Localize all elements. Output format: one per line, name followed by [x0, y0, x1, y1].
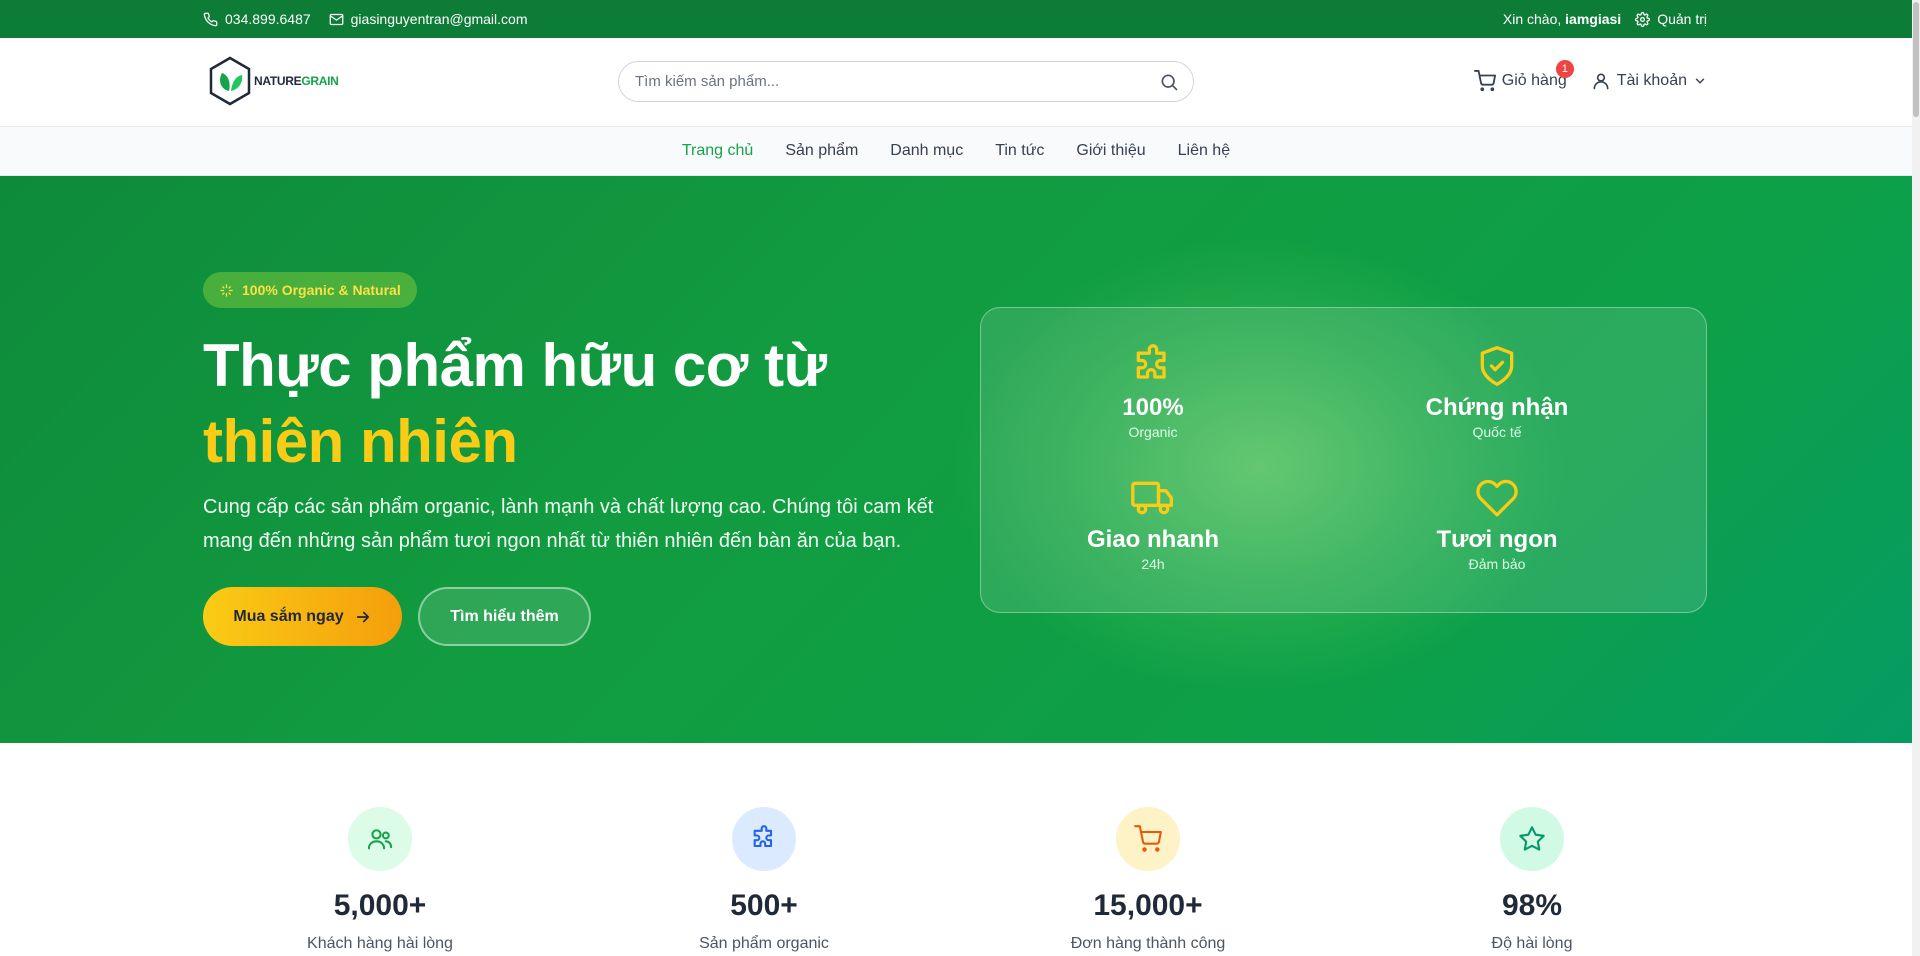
feature-organic-sub: Organic	[1128, 424, 1178, 440]
user-icon	[1593, 73, 1609, 90]
main-nav: Trang chủ Sản phẩm Danh mục Tin tức Giới…	[0, 127, 1912, 176]
nav-item-about[interactable]: Giới thiệu	[1076, 142, 1145, 160]
stat-products-label: Sản phẩm organic	[699, 935, 829, 952]
features-card: 100% Organic Chứng nhận Quốc tế Giao nha…	[980, 307, 1707, 613]
sparkles-icon	[220, 283, 233, 297]
nav-item-categories[interactable]: Danh mục	[890, 142, 963, 160]
logo-hexagon-icon	[209, 56, 251, 106]
stat-products-value: 500+	[730, 889, 798, 922]
phone-icon	[203, 12, 218, 26]
page-scrollbar[interactable]	[1912, 0, 1920, 956]
scrollbar-thumb[interactable]	[1913, 2, 1919, 117]
star-icon	[1519, 826, 1545, 851]
arrow-right-icon	[356, 611, 369, 622]
hero-title-line2: thiên nhiên	[203, 408, 518, 475]
account-label: Tài khoản	[1616, 72, 1687, 89]
organic-badge-label: 100% Organic & Natural	[242, 282, 401, 298]
cart-label: Giỏ hàng	[1501, 72, 1567, 89]
organic-badge: 100% Organic & Natural	[203, 272, 417, 308]
stat-customers: 5,000+ Khách hàng hài lòng	[220, 807, 540, 953]
stat-customers-value: 5,000+	[333, 889, 427, 922]
mail-icon	[329, 13, 344, 25]
chevron-down-icon	[1695, 78, 1705, 84]
top-bar: 034.899.6487 giasinguyentran@gmail.com X…	[0, 0, 1912, 38]
greeting-prefix: Xin chào,	[1502, 11, 1562, 27]
site-header: NATUREGRAIN Giỏ hàng 1 Tài khoản	[0, 38, 1912, 127]
cart-icon	[1473, 70, 1496, 92]
stat-products-icon-circle	[732, 807, 796, 871]
stat-orders-value: 15,000+	[1093, 889, 1203, 922]
logo-text-part2: GRAIN	[301, 74, 339, 88]
learn-more-label: Tìm hiểu thêm	[450, 607, 559, 625]
feature-fresh-title: Tươi ngon	[1436, 526, 1558, 553]
shop-now-button[interactable]: Mua sắm ngay	[203, 587, 402, 646]
cart-icon	[1134, 825, 1162, 852]
logo-text-part1: NATURE	[254, 74, 302, 88]
feature-certified-sub: Quốc tế	[1472, 424, 1522, 440]
stat-satisfaction: 98% Độ hài lòng	[1372, 807, 1692, 953]
feature-fresh: Tươi ngon Đảm bảo	[1347, 476, 1647, 572]
email-contact[interactable]: giasinguyentran@gmail.com	[329, 11, 528, 27]
hero-title: Thực phẩm hữu cơ từ thiên nhiên	[203, 328, 827, 480]
stat-orders: 15,000+ Đơn hàng thành công	[988, 807, 1308, 953]
feature-fast-delivery-title: Giao nhanh	[1087, 526, 1219, 553]
stat-satisfaction-value: 98%	[1501, 889, 1563, 922]
search-input[interactable]	[635, 62, 1135, 101]
feature-organic: 100% Organic	[1003, 344, 1303, 440]
shop-now-label: Mua sắm ngay	[233, 607, 344, 625]
nav-item-products[interactable]: Sản phẩm	[785, 142, 858, 160]
stats-section: 5,000+ Khách hàng hài lòng 500+ Sản phẩm…	[0, 743, 1912, 956]
feature-certified: Chứng nhận Quốc tế	[1347, 344, 1647, 440]
phone-number: 034.899.6487	[225, 11, 311, 27]
site-logo[interactable]: NATUREGRAIN	[208, 56, 339, 106]
admin-label: Quản trị	[1657, 11, 1707, 27]
phone-contact[interactable]: 034.899.6487	[203, 11, 311, 27]
stat-satisfaction-icon-circle	[1500, 807, 1564, 871]
stat-satisfaction-label: Độ hài lòng	[1491, 935, 1573, 952]
cart-button[interactable]: Giỏ hàng 1	[1473, 60, 1574, 92]
gear-icon	[1635, 11, 1651, 27]
hero-section: 100% Organic & Natural Thực phẩm hữu cơ …	[0, 176, 1912, 743]
hero-title-line1: Thực phẩm hữu cơ từ	[203, 332, 827, 399]
logo-text: NATUREGRAIN	[254, 74, 339, 88]
feature-organic-title: 100%	[1122, 394, 1184, 421]
feature-fast-delivery-sub: 24h	[1141, 556, 1165, 572]
nav-item-contact[interactable]: Liên hệ	[1178, 142, 1231, 160]
user-greeting: Xin chào, iamgiasi	[1503, 11, 1621, 27]
stat-products: 500+ Sản phẩm organic	[604, 807, 924, 953]
account-menu[interactable]: Tài khoản	[1591, 71, 1707, 91]
nav-item-news[interactable]: Tin tức	[995, 142, 1044, 160]
search-icon[interactable]	[1159, 72, 1179, 92]
puzzle-icon	[753, 825, 773, 848]
puzzle-icon	[1136, 344, 1166, 379]
truck-icon	[1131, 481, 1173, 515]
feature-fast-delivery: Giao nhanh 24h	[1003, 476, 1303, 572]
learn-more-button[interactable]: Tìm hiểu thêm	[418, 587, 591, 646]
feature-certified-title: Chứng nhận	[1425, 394, 1569, 421]
users-icon	[367, 829, 393, 850]
shield-check-icon	[1480, 346, 1514, 386]
heart-icon	[1476, 479, 1518, 517]
hero-subtitle: Cung cấp các sản phẩm organic, lành mạnh…	[203, 496, 934, 552]
nav-item-home[interactable]: Trang chủ	[682, 142, 753, 160]
stat-orders-label: Đơn hàng thành công	[1070, 935, 1226, 952]
username: iamgiasi	[1565, 11, 1622, 27]
email-address: giasinguyentran@gmail.com	[350, 11, 528, 27]
cart-count-badge: 1	[1555, 60, 1574, 78]
search-box	[618, 61, 1194, 102]
admin-link[interactable]: Quản trị	[1635, 11, 1707, 27]
stat-customers-label: Khách hàng hài lòng	[307, 935, 453, 952]
stat-orders-icon-circle	[1116, 807, 1180, 871]
feature-fresh-sub: Đảm bảo	[1468, 556, 1526, 572]
stat-customers-icon-circle	[348, 807, 412, 871]
